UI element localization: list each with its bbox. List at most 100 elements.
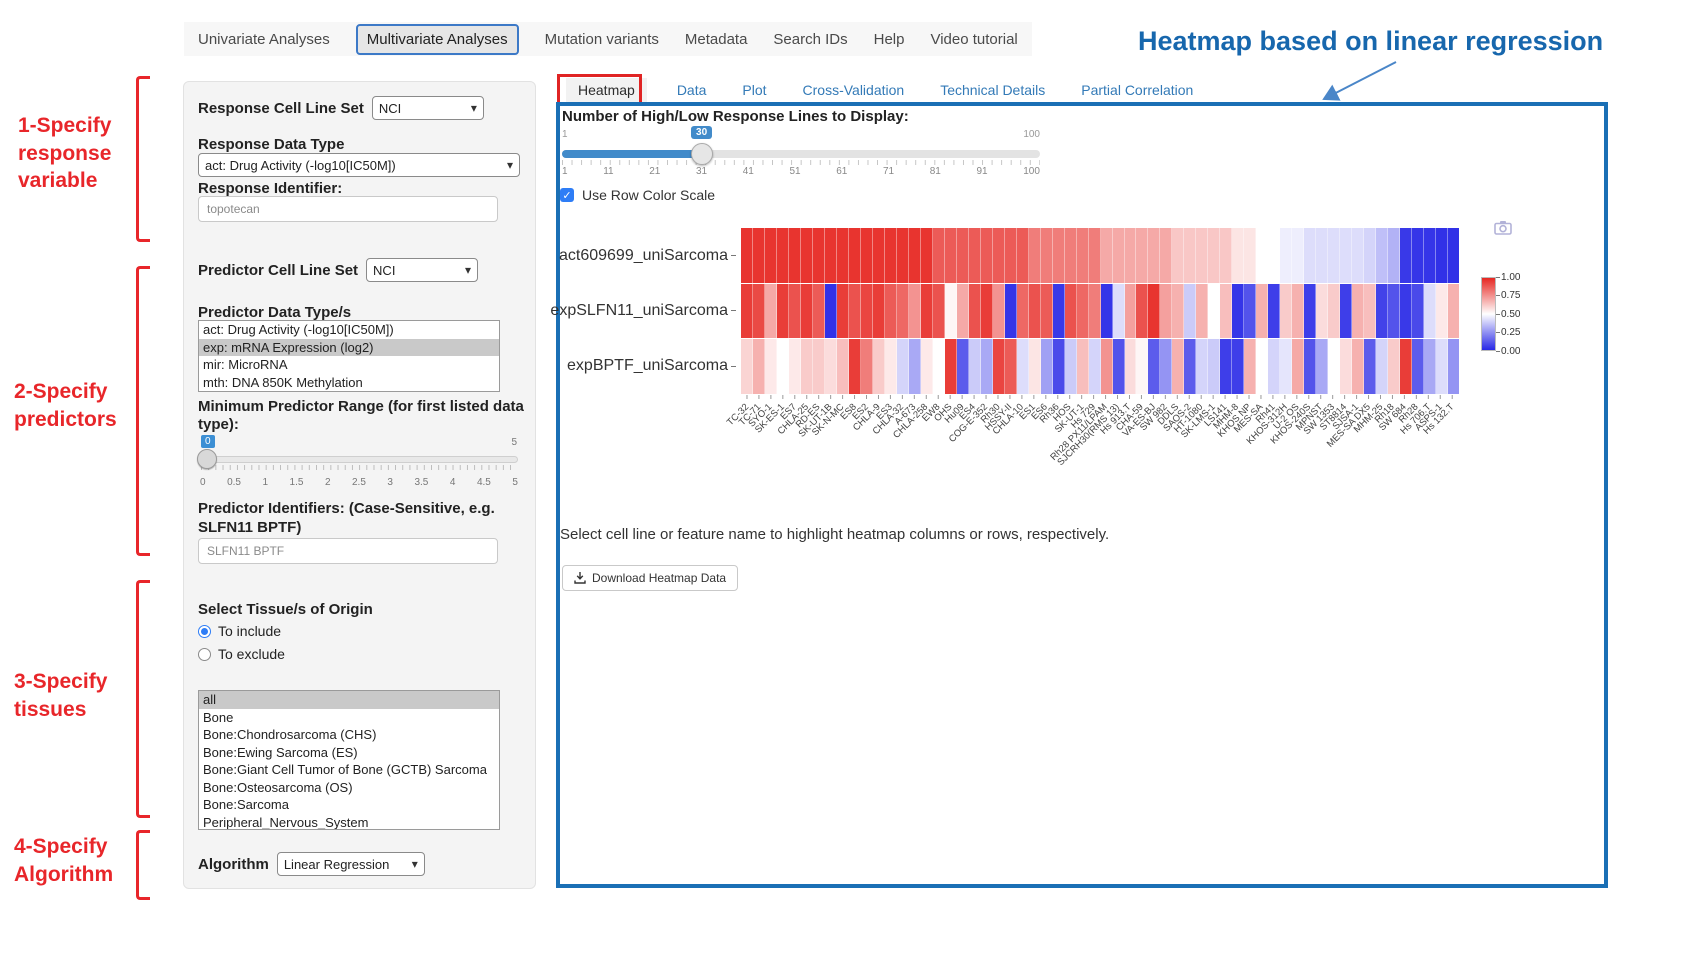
heatmap-cell[interactable] [981, 339, 993, 394]
heatmap-cell[interactable] [1268, 228, 1280, 283]
heatmap-cell[interactable] [1436, 339, 1448, 394]
heatmap-cell[interactable] [1208, 339, 1220, 394]
heatmap-cell[interactable] [777, 228, 789, 283]
heatmap-cell[interactable] [1005, 228, 1017, 283]
heatmap-cell[interactable] [813, 339, 825, 394]
heatmap-cell[interactable] [1113, 228, 1125, 283]
heatmap-cell[interactable] [801, 339, 813, 394]
heatmap-cell[interactable] [777, 284, 789, 339]
predictor-cell-line-set-select[interactable]: NCI ▾ [366, 258, 478, 282]
heatmap-cell[interactable] [1160, 339, 1172, 394]
heatmap-cell[interactable] [1029, 228, 1041, 283]
nav-metadata[interactable]: Metadata [685, 31, 748, 48]
heatmap-cell[interactable] [1208, 228, 1220, 283]
heatmap-cell[interactable] [1424, 284, 1436, 339]
heatmap-cell[interactable] [957, 284, 969, 339]
heatmap-row-label[interactable]: expBPTF_uniSarcoma [540, 339, 736, 394]
heatmap-cell[interactable] [1388, 284, 1400, 339]
tissue-option[interactable]: Bone [199, 709, 499, 727]
heatmap-cell[interactable] [813, 284, 825, 339]
heatmap-cell[interactable] [1148, 339, 1160, 394]
heatmap-cell[interactable] [837, 339, 849, 394]
heatmap-cell[interactable] [1388, 228, 1400, 283]
heatmap-cell[interactable] [1041, 228, 1053, 283]
heatmap-cell[interactable] [909, 339, 921, 394]
heatmap-cell[interactable] [1172, 228, 1184, 283]
heatmap-cell[interactable] [1292, 339, 1304, 394]
heatmap-cell[interactable] [1077, 339, 1089, 394]
heatmap-cell[interactable] [1077, 228, 1089, 283]
heatmap-cell[interactable] [1352, 284, 1364, 339]
heatmap-cell[interactable] [1113, 339, 1125, 394]
heatmap-cell[interactable] [861, 339, 873, 394]
heatmap-cell[interactable] [861, 228, 873, 283]
heatmap-cell[interactable] [1376, 284, 1388, 339]
camera-snapshot-icon[interactable] [1494, 220, 1512, 235]
heatmap-cell[interactable] [753, 228, 765, 283]
response-lines-slider-handle[interactable] [691, 143, 713, 165]
heatmap-cell[interactable] [945, 339, 957, 394]
use-row-color-scale-checkbox[interactable]: ✓ Use Row Color Scale [560, 187, 715, 203]
heatmap-cell[interactable] [1136, 339, 1148, 394]
heatmap-cell[interactable] [1352, 228, 1364, 283]
heatmap-cell[interactable] [1364, 228, 1376, 283]
heatmap-cell[interactable] [873, 339, 885, 394]
heatmap-cell[interactable] [1292, 284, 1304, 339]
heatmap-cell[interactable] [921, 284, 933, 339]
heatmap-cell[interactable] [1448, 284, 1459, 339]
nav-help[interactable]: Help [874, 31, 905, 48]
heatmap-cell[interactable] [789, 284, 801, 339]
heatmap-cell[interactable] [1160, 228, 1172, 283]
heatmap-cell[interactable] [1220, 339, 1232, 394]
heatmap-cell[interactable] [1244, 284, 1256, 339]
heatmap-cell[interactable] [1400, 339, 1412, 394]
heatmap-cell[interactable] [1184, 339, 1196, 394]
heatmap-cell[interactable] [1136, 228, 1148, 283]
heatmap-cell[interactable] [1196, 228, 1208, 283]
heatmap-cell[interactable] [1136, 284, 1148, 339]
heatmap-cell[interactable] [1101, 339, 1113, 394]
heatmap-cell[interactable] [1041, 339, 1053, 394]
predictor-data-type-option[interactable]: mth: DNA 850K Methylation [199, 374, 499, 392]
heatmap-cell[interactable] [753, 284, 765, 339]
heatmap-cell[interactable] [873, 228, 885, 283]
heatmap-cell[interactable] [1364, 284, 1376, 339]
heatmap-cell[interactable] [1400, 284, 1412, 339]
heatmap-cell[interactable] [1125, 228, 1137, 283]
heatmap-cell[interactable] [1017, 339, 1029, 394]
heatmap-cell[interactable] [1412, 228, 1424, 283]
heatmap-cell[interactable] [1196, 284, 1208, 339]
heatmap-cell[interactable] [837, 228, 849, 283]
heatmap-cell[interactable] [1148, 228, 1160, 283]
heatmap-cell[interactable] [741, 339, 753, 394]
heatmap-cell[interactable] [825, 339, 837, 394]
heatmap-cell[interactable] [1328, 228, 1340, 283]
heatmap-cell[interactable] [1256, 339, 1268, 394]
predictor-data-type-option[interactable]: mir: MicroRNA [199, 356, 499, 374]
heatmap-cell[interactable] [1065, 228, 1077, 283]
heatmap-cell[interactable] [933, 339, 945, 394]
tissue-option[interactable]: Bone:Ewing Sarcoma (ES) [199, 744, 499, 762]
heatmap-cell[interactable] [1148, 284, 1160, 339]
predictor-identifiers-input[interactable] [207, 544, 489, 558]
heatmap-cell[interactable] [1089, 339, 1101, 394]
heatmap-cell[interactable] [1244, 228, 1256, 283]
heatmap-cell[interactable] [909, 228, 921, 283]
heatmap-cell[interactable] [1304, 228, 1316, 283]
heatmap-cell[interactable] [765, 339, 777, 394]
heatmap-cell[interactable] [1065, 284, 1077, 339]
heatmap-cell[interactable] [1424, 228, 1436, 283]
heatmap-cell[interactable] [801, 284, 813, 339]
heatmap-cell[interactable] [1388, 339, 1400, 394]
heatmap-cell[interactable] [1101, 284, 1113, 339]
heatmap-cell[interactable] [1184, 284, 1196, 339]
nav-univariate-analyses[interactable]: Univariate Analyses [198, 31, 330, 48]
heatmap-cell[interactable] [1316, 228, 1328, 283]
heatmap-cell[interactable] [1364, 339, 1376, 394]
heatmap-cell[interactable] [1268, 284, 1280, 339]
tissue-option[interactable]: Bone:Osteosarcoma (OS) [199, 779, 499, 797]
heatmap-cell[interactable] [1077, 284, 1089, 339]
min-predictor-range-slider-handle[interactable] [197, 449, 217, 469]
nav-search-ids[interactable]: Search IDs [773, 31, 847, 48]
heatmap-cell[interactable] [1280, 284, 1292, 339]
